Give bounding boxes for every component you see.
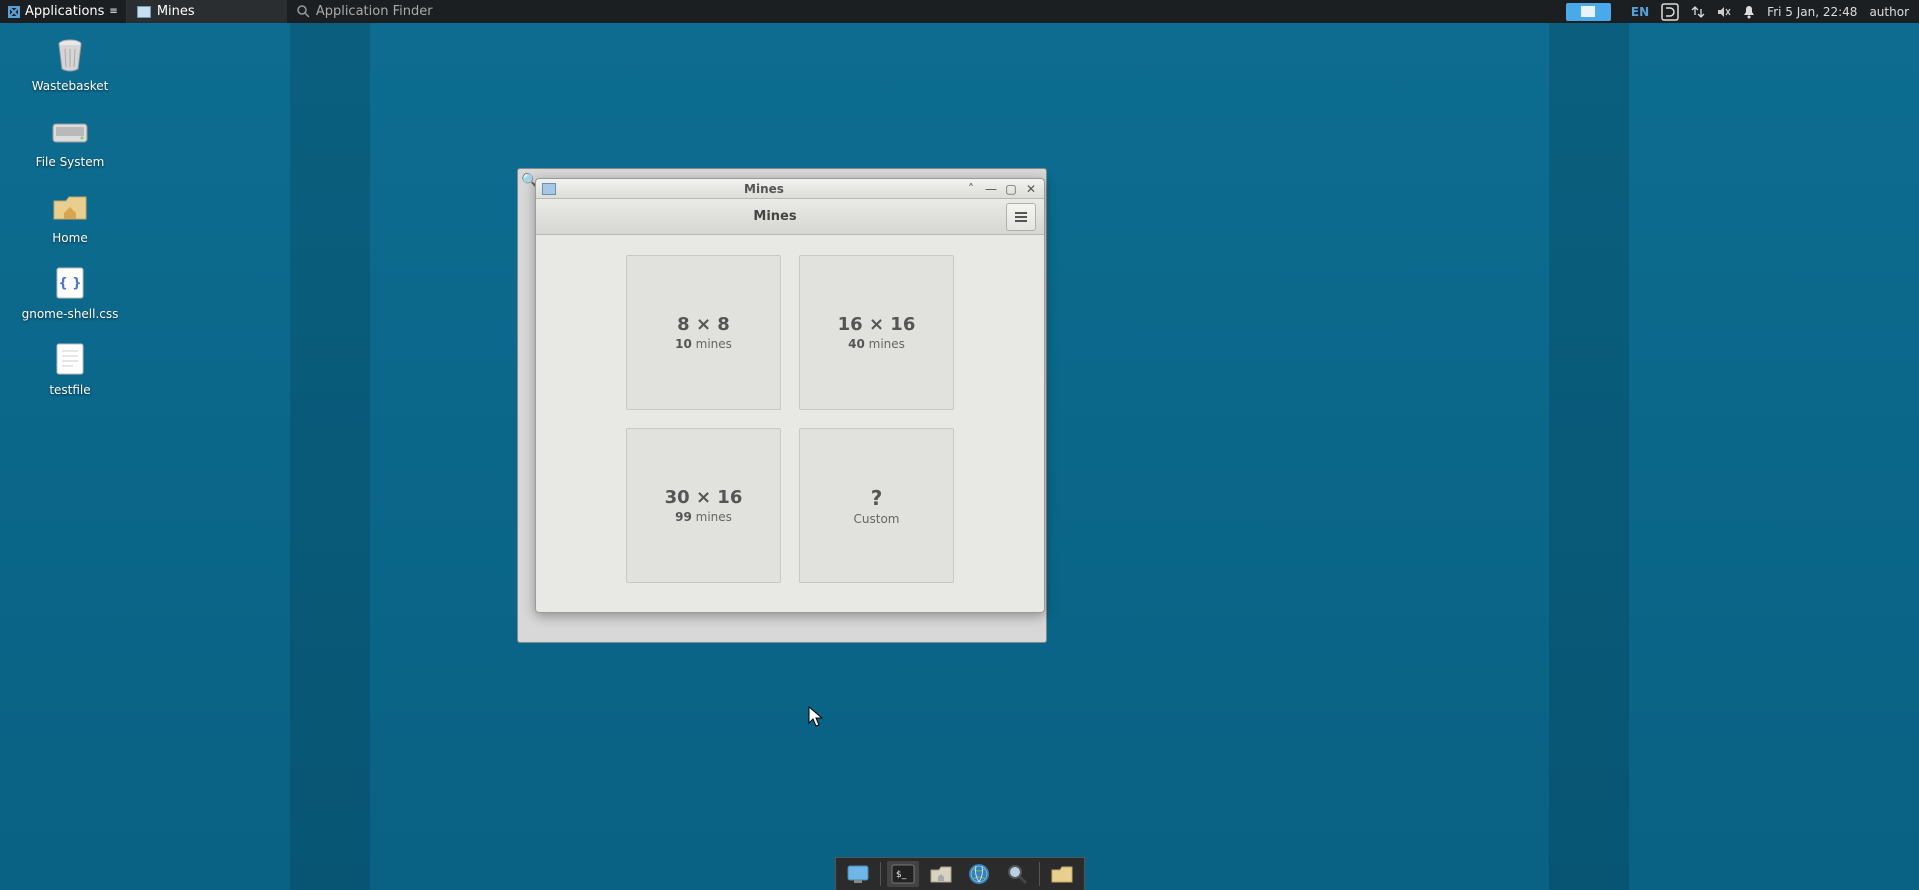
shade-button[interactable]: ˄: [964, 182, 978, 196]
difficulty-tile-custom[interactable]: ? Custom: [799, 428, 954, 583]
tile-mines: 10 mines: [675, 337, 732, 351]
desktop-icon-label: gnome-shell.css: [22, 307, 119, 321]
folder-icon: [929, 864, 953, 884]
magnifier-icon: [1006, 863, 1028, 885]
drive-icon: [50, 111, 90, 151]
difficulty-tile-8x8[interactable]: 8 × 8 10 mines: [626, 255, 781, 410]
desktop-icon-filesystem[interactable]: File System: [20, 111, 120, 169]
difficulty-tile-16x16[interactable]: 16 × 16 40 mines: [799, 255, 954, 410]
network-icon[interactable]: [1691, 5, 1705, 19]
applications-menu[interactable]: Applications ≡: [0, 0, 127, 23]
dock-web-browser[interactable]: [963, 861, 995, 887]
window-title: Mines: [564, 182, 964, 196]
desktop-icon-label: testfile: [49, 383, 90, 397]
search-placeholder: Application Finder: [316, 4, 433, 19]
hamburger-icon: [1015, 212, 1027, 222]
mouse-cursor: [808, 706, 824, 728]
clock-label: Fri 5 Jan, 22:48: [1767, 5, 1857, 19]
header-bar: Mines: [536, 199, 1044, 235]
terminal-icon: $_: [891, 864, 915, 884]
globe-icon: [968, 863, 990, 885]
tile-mines: 99 mines: [675, 510, 732, 524]
difficulty-tile-30x16[interactable]: 30 × 16 99 mines: [626, 428, 781, 583]
xfce-icon: [8, 6, 20, 18]
difficulty-grid: 8 × 8 10 mines 16 × 16 40 mines 30 × 16 …: [536, 235, 1044, 603]
minimize-button[interactable]: —: [984, 182, 998, 196]
application-finder[interactable]: Application Finder: [287, 0, 457, 23]
tile-custom-label: Custom: [854, 512, 900, 526]
keyboard-layout[interactable]: EN: [1631, 5, 1649, 19]
notifications-icon[interactable]: [1743, 5, 1755, 19]
stacer-icon[interactable]: [1661, 3, 1679, 21]
desktop-icon-label: Wastebasket: [32, 79, 109, 93]
taskbar-item-mines[interactable]: Mines: [127, 0, 287, 23]
system-tray: EN Fri 5 Jan, 22:48 author: [1556, 0, 1919, 23]
task-label: Mines: [157, 4, 195, 19]
username-label: author: [1869, 5, 1909, 19]
wallpaper-shade: [290, 23, 370, 890]
workspace-switcher[interactable]: [1566, 3, 1611, 21]
window-icon: [542, 183, 556, 195]
dock-separator: [880, 862, 881, 886]
volume-icon[interactable]: [1717, 6, 1731, 18]
trash-icon: [50, 35, 90, 75]
desktop-icon-testfile[interactable]: testfile: [20, 339, 120, 397]
folder-home-icon: [50, 187, 90, 227]
wallpaper-shade: [1549, 23, 1629, 890]
css-file-icon: { }: [50, 263, 90, 303]
dock-terminal[interactable]: $_: [887, 861, 919, 887]
search-icon: [297, 5, 310, 18]
desktop-icon-label: File System: [36, 155, 105, 169]
desktop-icon-label: Home: [52, 231, 87, 245]
dock-show-desktop[interactable]: [842, 861, 874, 887]
header-title: Mines: [544, 209, 1006, 224]
top-panel: Applications ≡ Mines Application Finder …: [0, 0, 1919, 23]
desktop-icons: Wastebasket File System Home { } gnome-s…: [20, 35, 120, 415]
dock-files[interactable]: [1046, 861, 1078, 887]
maximize-button[interactable]: ▢: [1004, 182, 1018, 196]
username[interactable]: author: [1869, 5, 1909, 19]
folder-icon: [1050, 864, 1074, 884]
desktop-icon-home[interactable]: Home: [20, 187, 120, 245]
tile-custom-symbol: ?: [871, 486, 883, 510]
dock-search[interactable]: [1001, 861, 1033, 887]
titlebar[interactable]: Mines ˄ — ▢ ✕: [536, 179, 1044, 199]
applications-label: Applications: [25, 4, 104, 19]
svg-text:$_: $_: [896, 870, 907, 880]
desktop-icon-css[interactable]: { } gnome-shell.css: [20, 263, 120, 321]
text-file-icon: [50, 339, 90, 379]
svg-text:{ }: { }: [58, 276, 81, 291]
tile-mines: 40 mines: [848, 337, 905, 351]
clock[interactable]: Fri 5 Jan, 22:48: [1767, 5, 1857, 19]
lang-label: EN: [1631, 5, 1649, 19]
dock-file-manager[interactable]: [925, 861, 957, 887]
tile-size: 16 × 16: [838, 314, 916, 335]
bottom-dock: $_: [835, 857, 1085, 890]
menu-indicator: ≡: [109, 6, 117, 17]
close-button[interactable]: ✕: [1024, 182, 1038, 196]
window-icon: [137, 6, 151, 18]
mines-window: Mines ˄ — ▢ ✕ Mines 8 × 8 10 mines 16 × …: [535, 178, 1045, 613]
tile-size: 30 × 16: [665, 487, 743, 508]
tile-size: 8 × 8: [677, 314, 730, 335]
menu-button[interactable]: [1006, 203, 1036, 231]
desktop-icon-wastebasket[interactable]: Wastebasket: [20, 35, 120, 93]
dock-separator: [1039, 862, 1040, 886]
desktop-icon: [846, 864, 870, 884]
workspace-icon: [1581, 6, 1595, 17]
